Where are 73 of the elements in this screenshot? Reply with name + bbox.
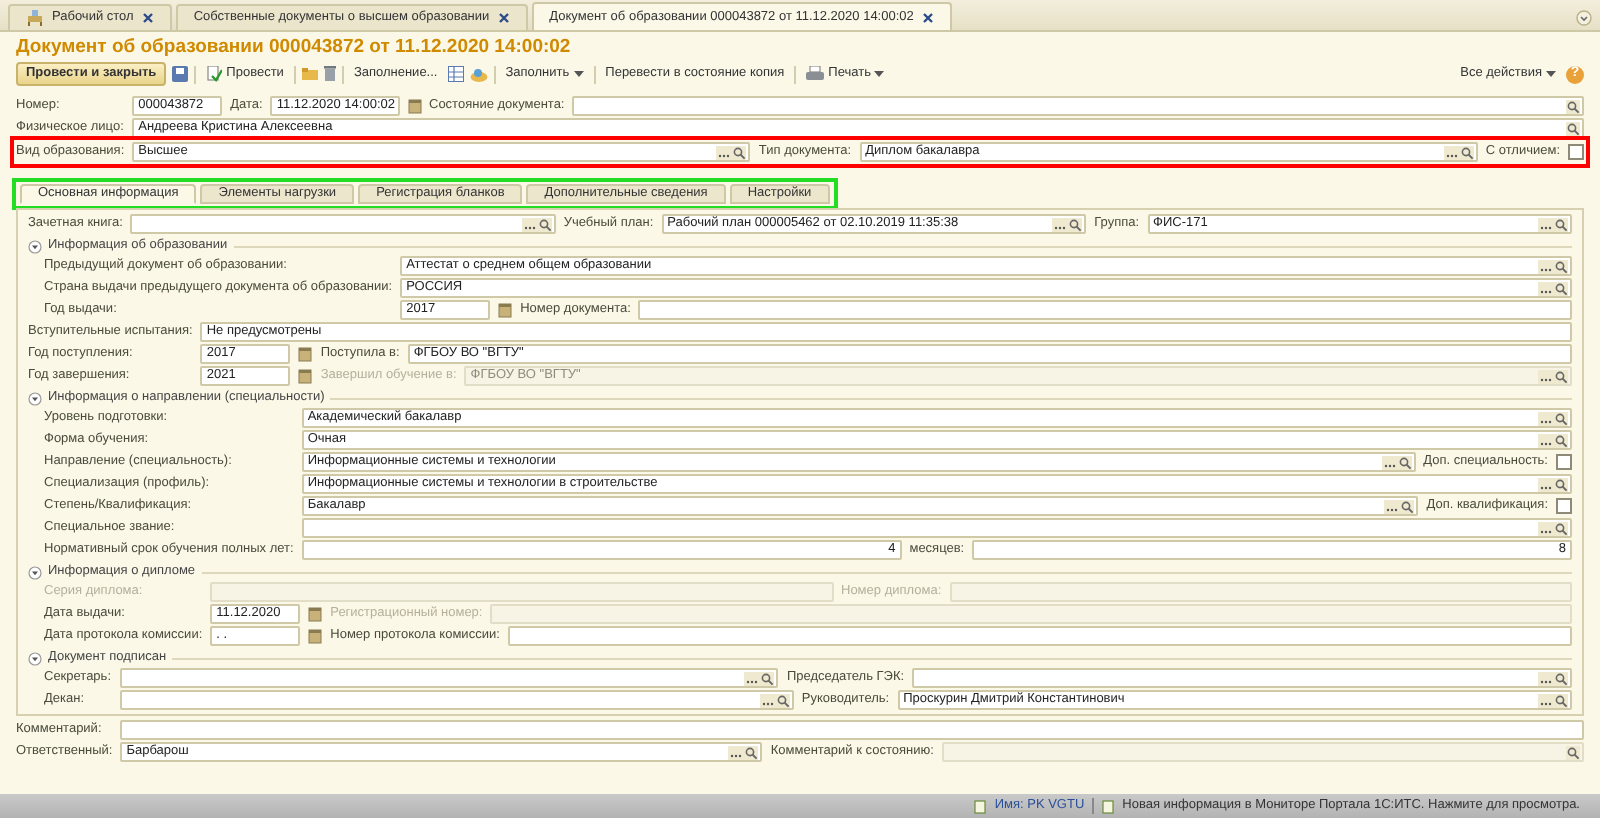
- more-icon[interactable]: [1384, 499, 1401, 513]
- search-icon[interactable]: [1400, 499, 1415, 513]
- search-icon[interactable]: [1566, 99, 1580, 113]
- calendar-icon[interactable]: [308, 628, 323, 644]
- search-icon[interactable]: [1566, 121, 1580, 135]
- more-icon[interactable]: [1381, 455, 1398, 469]
- trash-icon[interactable]: [323, 66, 336, 82]
- select-field[interactable]: [119, 690, 794, 710]
- lookup-field[interactable]: [572, 96, 1584, 116]
- caret-icon: [1546, 70, 1556, 78]
- printer-icon: [806, 66, 825, 82]
- search-icon[interactable]: [732, 145, 747, 159]
- select-field[interactable]: [119, 668, 779, 688]
- more-icon[interactable]: [1538, 217, 1554, 231]
- form-title: Документ об образовании 000043872 от 11.12.2020 14:00:02: [16, 36, 573, 58]
- search-icon[interactable]: [744, 745, 759, 759]
- more-icon[interactable]: [1538, 671, 1554, 685]
- more-icon[interactable]: [521, 217, 538, 231]
- search-icon[interactable]: [1554, 693, 1568, 707]
- search-icon[interactable]: [1554, 281, 1568, 295]
- close-icon[interactable]: [921, 11, 934, 23]
- select-field[interactable]: [301, 518, 1572, 538]
- search-icon[interactable]: [1554, 217, 1568, 231]
- more-icon[interactable]: [716, 145, 733, 159]
- collapse-icon[interactable]: [28, 565, 42, 579]
- checkbox[interactable]: [1556, 454, 1572, 470]
- search-icon[interactable]: [1554, 477, 1568, 491]
- checkbox[interactable]: [1568, 144, 1585, 160]
- close-icon[interactable]: [497, 12, 510, 24]
- input-field[interactable]: [507, 626, 1572, 646]
- search-icon[interactable]: [760, 671, 775, 685]
- more-icon[interactable]: [1443, 145, 1460, 159]
- search-icon[interactable]: [1554, 411, 1568, 425]
- more-icon[interactable]: [1538, 411, 1554, 425]
- note-icon: [1102, 799, 1115, 813]
- more-icon[interactable]: [1052, 217, 1069, 231]
- more-icon[interactable]: [1538, 433, 1554, 447]
- caret-icon: [573, 70, 584, 78]
- calendar-icon[interactable]: [498, 302, 513, 318]
- collapse-icon[interactable]: [28, 391, 42, 405]
- more-icon[interactable]: [744, 671, 761, 685]
- checkbox[interactable]: [1556, 498, 1572, 514]
- collapse-icon[interactable]: [28, 651, 42, 665]
- search-icon[interactable]: [1068, 217, 1083, 231]
- search-icon[interactable]: [1554, 433, 1568, 447]
- search-icon[interactable]: [1554, 521, 1568, 535]
- calendar-icon[interactable]: [298, 368, 313, 384]
- select-field[interactable]: [130, 214, 556, 234]
- input-field[interactable]: [638, 300, 1572, 320]
- input-field[interactable]: [120, 720, 1584, 740]
- save-icon[interactable]: [172, 66, 189, 82]
- post-icon: [206, 66, 223, 82]
- more-icon[interactable]: [1538, 477, 1554, 491]
- more-icon[interactable]: [1538, 521, 1554, 535]
- more-icon[interactable]: [728, 745, 745, 759]
- caret-icon: [874, 70, 885, 78]
- more-icon[interactable]: [1538, 693, 1554, 707]
- close-icon[interactable]: [141, 12, 154, 24]
- cloud-icon[interactable]: [469, 67, 488, 81]
- desk-icon: [26, 10, 44, 26]
- more-icon[interactable]: [759, 693, 776, 707]
- note-icon: [974, 799, 987, 813]
- calendar-icon[interactable]: [308, 606, 323, 622]
- search-icon[interactable]: [1554, 259, 1568, 273]
- collapse-icon[interactable]: [28, 239, 42, 253]
- more-icon[interactable]: [1538, 281, 1554, 295]
- calendar-icon[interactable]: [298, 346, 313, 362]
- dropdown-icon[interactable]: [1576, 10, 1592, 26]
- search-icon[interactable]: [1554, 671, 1568, 685]
- select-field[interactable]: [912, 668, 1572, 688]
- more-icon[interactable]: [1538, 259, 1554, 273]
- calendar-icon[interactable]: [407, 98, 421, 114]
- table-icon[interactable]: [447, 66, 464, 82]
